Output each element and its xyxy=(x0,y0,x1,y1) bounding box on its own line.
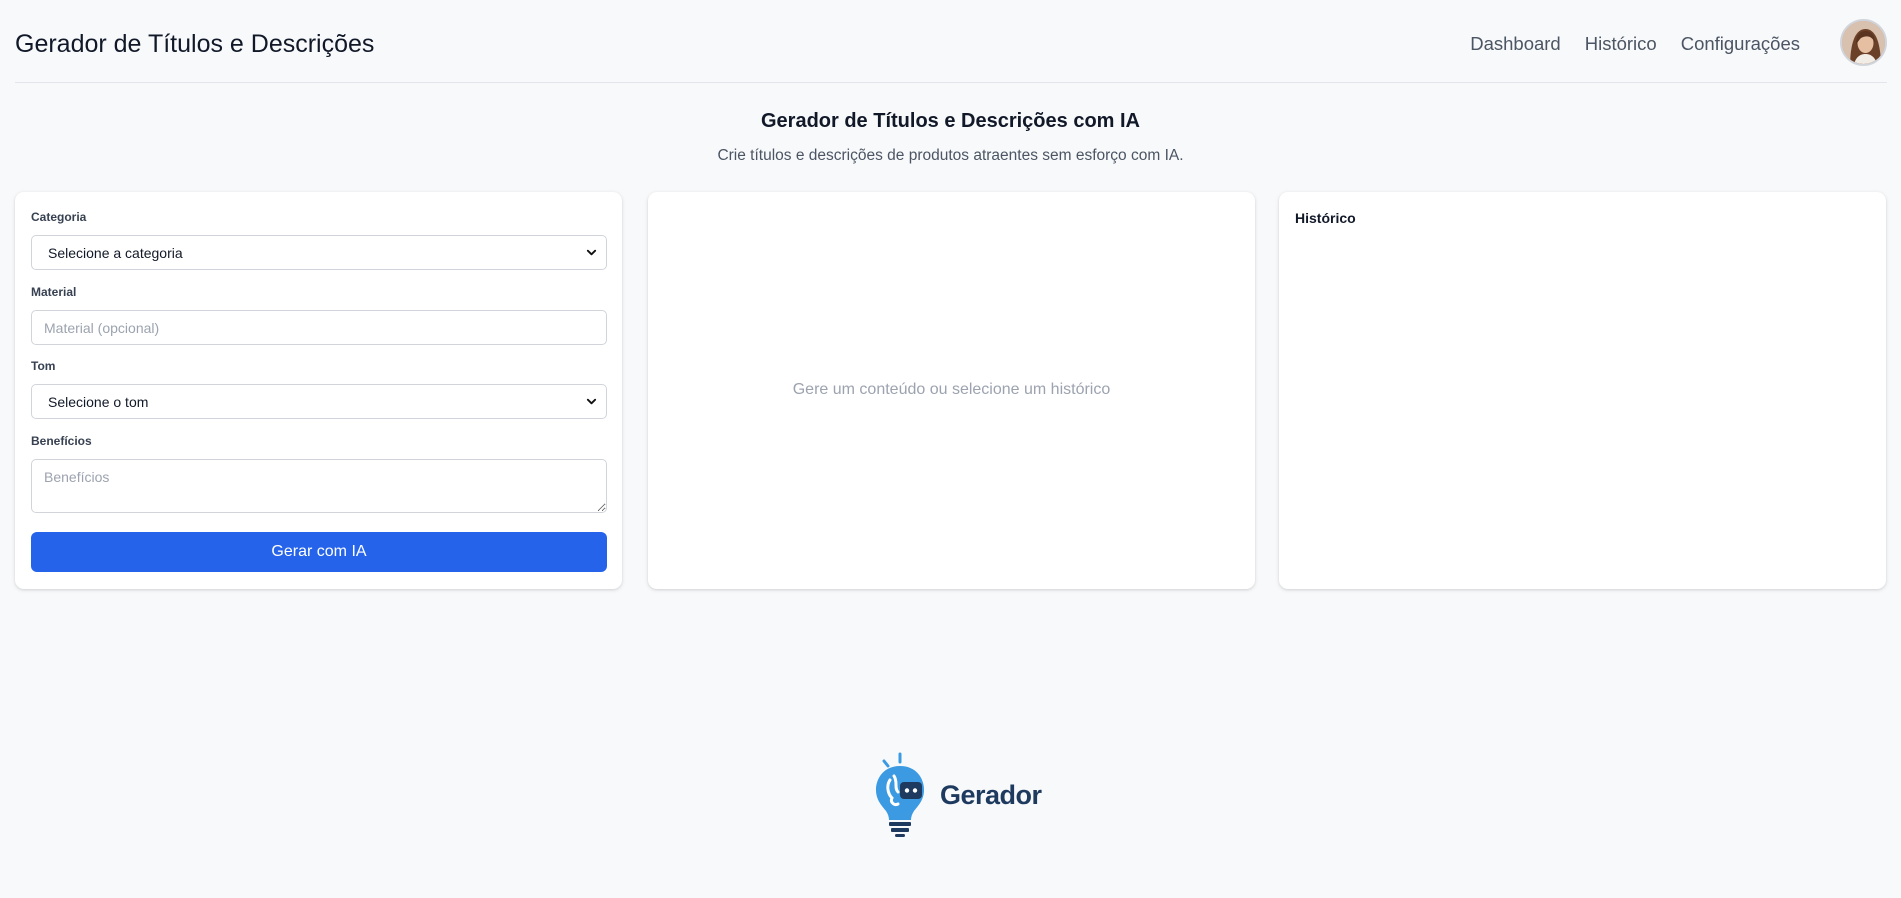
nav-historico[interactable]: Histórico xyxy=(1585,33,1657,55)
nav-dashboard[interactable]: Dashboard xyxy=(1470,33,1561,55)
lightbulb-robot-icon xyxy=(876,752,924,837)
category-label: Categoria xyxy=(31,210,87,224)
footer-logo: Gerador xyxy=(872,752,1042,838)
tone-label: Tom xyxy=(31,359,56,373)
nav-configuracoes[interactable]: Configurações xyxy=(1681,33,1800,55)
tone-select[interactable]: Selecione o tom xyxy=(31,384,607,419)
page-title: Gerador de Títulos e Descrições com IA xyxy=(760,110,1140,132)
material-label: Material xyxy=(31,285,77,299)
result-card: Gere um conteúdo ou selecione um históri… xyxy=(648,192,1255,589)
benefits-label: Benefícios xyxy=(31,434,92,448)
empty-result-message: Gere um conteúdo ou selecione um históri… xyxy=(792,381,1111,398)
avatar[interactable] xyxy=(1840,19,1887,66)
footer-brand-name: Gerador xyxy=(940,779,1042,810)
generator-form-card: Categoria Selecione a categoria Material… xyxy=(15,192,622,589)
chevron-down-icon xyxy=(586,249,597,256)
history-title: Histórico xyxy=(1295,210,1356,226)
user-avatar-icon xyxy=(1842,21,1885,64)
category-select[interactable]: Selecione a categoria xyxy=(31,235,607,270)
history-card: Histórico xyxy=(1279,192,1886,589)
app-title: Gerador de Títulos e Descrições xyxy=(15,30,375,58)
tone-select-value: Selecione o tom xyxy=(48,393,149,410)
category-select-value: Selecione a categoria xyxy=(48,244,183,261)
generate-button[interactable]: Gerar com IA xyxy=(31,532,607,572)
chevron-down-icon xyxy=(586,398,597,405)
top-header: Gerador de Títulos e Descrições Dashboar… xyxy=(15,0,1887,83)
page-subtitle: Crie títulos e descrições de produtos at… xyxy=(717,147,1184,164)
benefits-textarea[interactable] xyxy=(31,459,607,513)
material-input[interactable] xyxy=(31,310,607,345)
main-nav: Dashboard Histórico Configurações xyxy=(1470,33,1800,55)
